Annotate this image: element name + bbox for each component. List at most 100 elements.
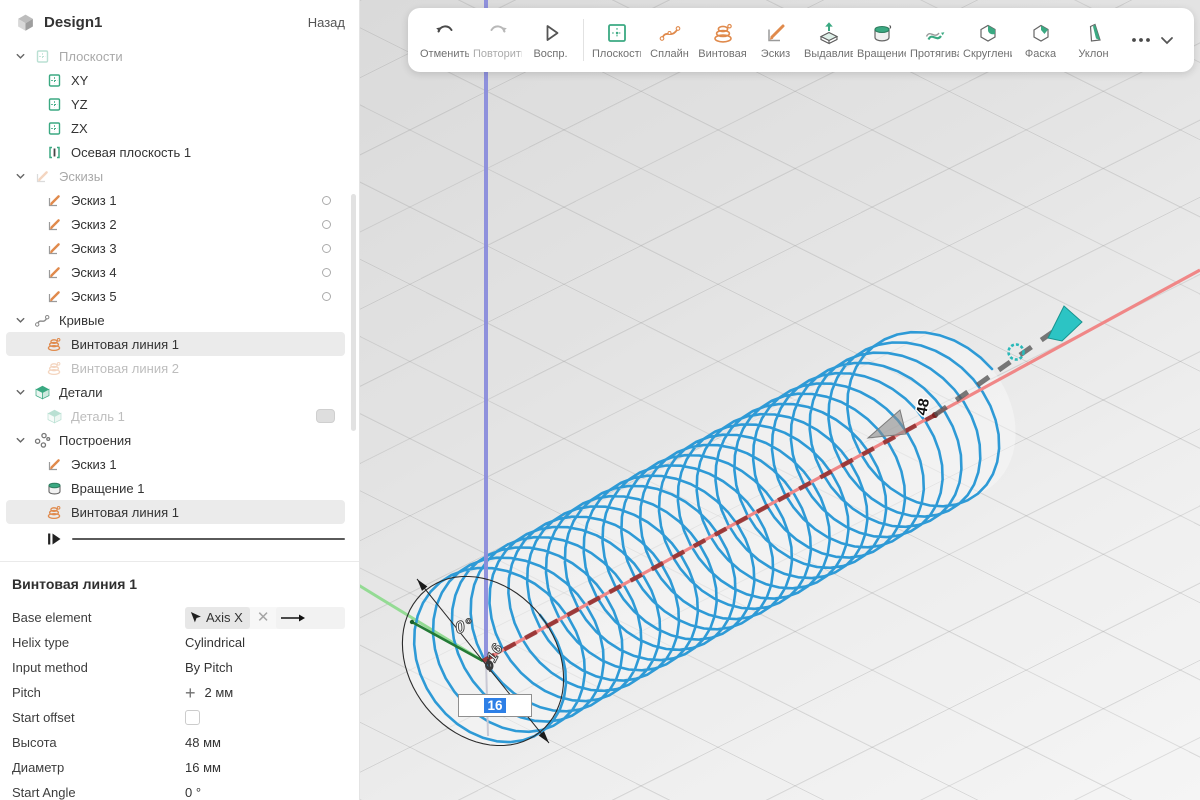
plane-icon	[46, 120, 63, 137]
prop-row-base-element: Base element Axis X ✕	[12, 605, 345, 630]
toolbar-label: Плоскость	[592, 48, 641, 60]
tree-section-planes[interactable]: Плоскости	[6, 44, 345, 68]
tree-item-sketch-4[interactable]: Эскиз 4	[6, 260, 345, 284]
extrude-icon	[816, 20, 842, 46]
plus-icon[interactable]: +	[185, 684, 196, 702]
toolbar-label: Воспр.	[533, 48, 567, 60]
helix-icon	[46, 336, 63, 353]
tree-scrollbar[interactable]	[351, 194, 356, 431]
tree-item-axial-plane[interactable]: Осевая плоскость 1	[6, 140, 345, 164]
visibility-toggle[interactable]	[322, 292, 331, 301]
base-element-chip[interactable]: Axis X	[185, 607, 250, 629]
dimension-input-value[interactable]: 16	[484, 698, 505, 713]
visibility-toggle[interactable]	[322, 196, 331, 205]
pitch-value[interactable]: 2 мм	[205, 685, 234, 700]
back-button[interactable]: Назад	[308, 15, 345, 30]
sweep-tool-button[interactable]: Протягивание	[908, 20, 961, 60]
base-element-field[interactable]: Axis X ✕	[185, 607, 345, 629]
chamfer-icon	[1028, 20, 1054, 46]
tree-item-construction-helix-1[interactable]: Винтовая линия 1	[6, 500, 345, 524]
remove-selection-icon[interactable]: ✕	[257, 610, 270, 625]
more-tools-button[interactable]	[1128, 27, 1154, 53]
sketch-tool-button[interactable]: Эскиз	[749, 20, 802, 60]
document-cube-icon	[16, 13, 35, 32]
chevron-down-icon[interactable]	[14, 314, 27, 327]
helix-tool-button[interactable]: Винтовая	[696, 20, 749, 60]
fillet-tool-button[interactable]: Скругление	[961, 20, 1014, 60]
tree-label: Винтовая линия 2	[71, 361, 179, 376]
playback-button[interactable]: Воспр.	[524, 20, 577, 60]
tree-section-parts[interactable]: Детали	[6, 380, 345, 404]
tree-item-sketch-1[interactable]: Эскиз 1	[6, 188, 345, 212]
prop-label: Helix type	[12, 635, 185, 650]
plane-tool-button[interactable]: Плоскость	[590, 20, 643, 60]
tree-section-sketches[interactable]: Эскизы	[6, 164, 345, 188]
helix-type-value[interactable]: Cylindrical	[185, 635, 245, 650]
input-method-value[interactable]: By Pitch	[185, 660, 233, 675]
tree-item-sketch-2[interactable]: Эскиз 2	[6, 212, 345, 236]
tree-item-revolve-1[interactable]: Вращение 1	[6, 476, 345, 500]
chevron-down-icon[interactable]	[14, 386, 27, 399]
tree-item-yz-plane[interactable]: YZ	[6, 92, 345, 116]
start-angle-value[interactable]: 0 °	[185, 785, 201, 800]
viewport-3d[interactable]: 0° ⌀16 48 Отменить Повторить Воспр.	[360, 0, 1200, 800]
toolbar-label: Скругление	[963, 48, 1012, 60]
part-visibility-toggle[interactable]	[316, 409, 335, 423]
tree-section-constructions[interactable]: Построения	[6, 428, 345, 452]
tree-item-xy-plane[interactable]: XY	[6, 68, 345, 92]
prop-label: Высота	[12, 735, 185, 750]
tree-item-helix-1[interactable]: Винтовая линия 1	[6, 332, 345, 356]
extrude-tool-button[interactable]: Выдавливание	[802, 20, 855, 60]
tree-section-curves[interactable]: Кривые	[6, 308, 345, 332]
tree-item-part-1[interactable]: Деталь 1	[6, 404, 345, 428]
tree-item-construction-sketch-1[interactable]: Эскиз 1	[6, 452, 345, 476]
sketch-tool-icon	[763, 20, 789, 46]
visibility-toggle[interactable]	[322, 244, 331, 253]
dimension-input[interactable]: 16	[458, 694, 532, 717]
tree-label: Эскиз 1	[71, 457, 117, 472]
diameter-arrow-start	[417, 579, 427, 591]
history-play-icon[interactable]	[46, 531, 62, 547]
spline-tool-button[interactable]: Сплайн	[643, 20, 696, 60]
redo-button[interactable]: Повторить	[471, 20, 524, 60]
revolve-icon	[46, 480, 63, 497]
scene-canvas: 0° ⌀16 48	[360, 0, 1200, 800]
height-dimension-label[interactable]: 48	[913, 397, 933, 417]
tree-label: ZX	[71, 121, 88, 136]
visibility-toggle[interactable]	[322, 268, 331, 277]
tree-item-sketch-3[interactable]: Эскиз 3	[6, 236, 345, 260]
collapse-toolbar-icon[interactable]	[1154, 27, 1180, 53]
history-slider-track[interactable]	[72, 538, 345, 540]
tree-item-zx-plane[interactable]: ZX	[6, 116, 345, 140]
prop-row-input-method: Input method By Pitch	[12, 655, 345, 680]
tree-item-sketch-5[interactable]: Эскиз 5	[6, 284, 345, 308]
toolbar-divider	[583, 19, 584, 61]
draft-tool-button[interactable]: Уклон	[1067, 20, 1120, 60]
diameter-value[interactable]: 16 мм	[185, 760, 221, 775]
height-value[interactable]: 48 мм	[185, 735, 221, 750]
chevron-down-icon[interactable]	[14, 50, 27, 63]
sketch-icon	[46, 456, 63, 473]
undo-button[interactable]: Отменить	[418, 20, 471, 60]
sketch-icon	[34, 168, 51, 185]
chevron-down-icon[interactable]	[14, 434, 27, 447]
plane-tool-icon	[604, 20, 630, 46]
visibility-toggle[interactable]	[322, 220, 331, 229]
tree-item-helix-2[interactable]: Винтовая линия 2	[6, 356, 345, 380]
chevron-down-icon[interactable]	[14, 170, 27, 183]
axial-plane-icon	[46, 144, 63, 161]
properties-panel: Винтовая линия 1 Base element Axis X ✕ H…	[0, 561, 359, 800]
tree-label: Эскиз 2	[71, 217, 117, 232]
plane-icon	[34, 48, 51, 65]
start-offset-checkbox[interactable]	[185, 710, 200, 725]
revolve-tool-button[interactable]: Вращение	[855, 20, 908, 60]
history-slider[interactable]	[46, 526, 345, 552]
sketch-icon	[46, 288, 63, 305]
toolbar-label: Протягивание	[910, 48, 959, 60]
sketch-icon	[46, 216, 63, 233]
toolbar-label: Сплайн	[650, 48, 689, 60]
axis-y-endpoint	[410, 620, 414, 624]
chamfer-tool-button[interactable]: Фаска	[1014, 20, 1067, 60]
prop-label: Start offset	[12, 710, 185, 725]
axis-direction-selector[interactable]	[276, 607, 345, 629]
